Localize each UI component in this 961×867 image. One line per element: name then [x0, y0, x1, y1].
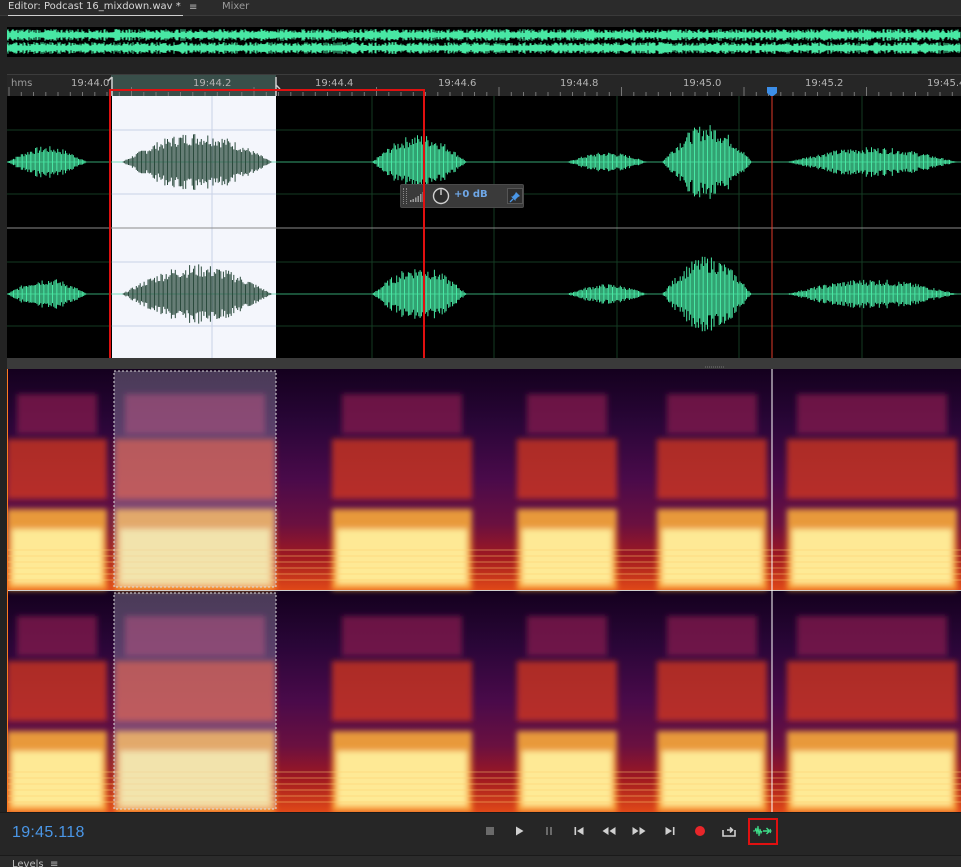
play-icon [516, 826, 524, 836]
loop-playback-icon [722, 826, 736, 837]
go-to-start-button[interactable] [568, 821, 590, 841]
rewind-icon [602, 827, 616, 835]
editor-tab[interactable]: Editor: Podcast 16_mixdown.wav * [8, 0, 183, 16]
current-time-display[interactable]: 19:45.118 [12, 824, 85, 842]
highlight-box-skip-button [748, 818, 778, 845]
pause-icon [546, 827, 552, 835]
tab-menu-icon[interactable]: ≡ [189, 1, 197, 17]
spectrogram-graphic [7, 369, 961, 812]
pin-icon [509, 192, 520, 203]
gain-value[interactable]: +0 dB [454, 189, 488, 200]
spectral-frequency-display[interactable] [7, 369, 961, 812]
pin-hud-button[interactable] [507, 188, 523, 204]
overview-waveform-graphic [6, 29, 961, 54]
spectral-selection-bottom[interactable] [113, 592, 277, 810]
rewind-button[interactable] [598, 821, 620, 841]
fast-forward-icon [632, 827, 646, 835]
pause-button[interactable] [538, 821, 560, 841]
levels-panel-tab[interactable]: Levels [12, 859, 44, 867]
levels-menu-icon[interactable]: ≡ [50, 859, 58, 867]
mixer-tab[interactable]: Mixer [222, 0, 249, 16]
fast-forward-button[interactable] [628, 821, 650, 841]
levels-panel-header: Levels ≡ [0, 855, 961, 867]
stop-icon [486, 827, 494, 835]
spectral-selection-top[interactable] [113, 370, 277, 588]
stop-button[interactable] [479, 821, 501, 841]
overview-waveform[interactable] [6, 27, 961, 57]
go-to-start-icon [574, 827, 584, 835]
play-button[interactable] [508, 821, 530, 841]
go-to-end-icon [665, 827, 675, 835]
record-icon [695, 826, 705, 836]
loop-playback-button[interactable] [718, 821, 740, 841]
editor-tab-bar: Editor: Podcast 16_mixdown.wav * ≡ Mixer [0, 0, 961, 16]
highlight-box-selection [109, 89, 425, 361]
go-to-end-button[interactable] [659, 821, 681, 841]
gain-knob-icon[interactable] [432, 187, 450, 205]
view-splitter[interactable] [7, 358, 961, 369]
transport-bar: 19:45.118 [0, 812, 961, 855]
overview-separator [0, 58, 961, 74]
record-button[interactable] [689, 821, 711, 841]
